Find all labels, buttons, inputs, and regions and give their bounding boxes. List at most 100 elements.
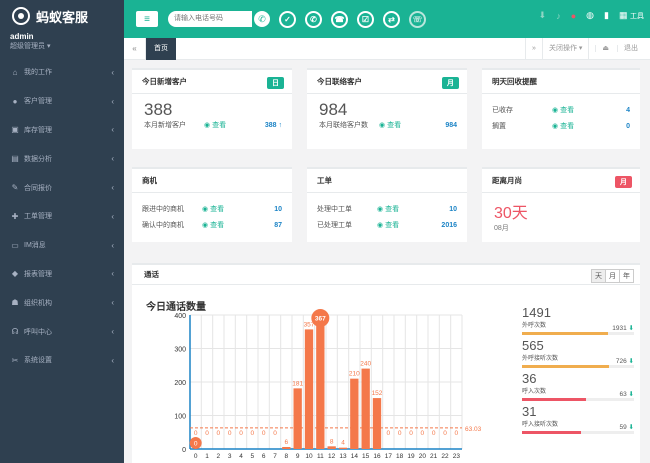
sidebar-item-inventory[interactable]: ▣ 库存管理 ‹ [0,116,124,145]
card-new-customers: 今日新增客户日 388 本月新增客户 ◉ 查看 388 ↑ [132,68,292,149]
top-right-tools: ⬇ ♪ ● ◍ ▮ ▦ 工具 [539,10,644,21]
card-title: 今日联络客户月 [307,70,467,94]
sidebar-item-label: 合同报价 [24,184,52,192]
chevron-left-icon: ‹ [111,240,114,250]
box-icon: ▣ [11,125,19,135]
view-link[interactable]: ◉ 查看 [377,204,427,214]
y-tick-label: 0 [182,447,186,454]
x-tick-label: 23 [453,453,461,460]
card-title: 工单 [307,169,467,193]
tab-scroll-left-icon[interactable]: « [124,37,146,60]
phone-hangup-icon[interactable]: ☏ [409,10,426,28]
x-tick-label: 11 [317,453,324,460]
bar [316,326,325,449]
call-stats: 1491 外呼次数 1931 ⬇ 565 外呼接听次数 726 ⬇ 36 呼入次数 63 ⬇… [522,305,634,437]
view-link[interactable]: ◉ 查看 [552,105,602,115]
phone-call-icon[interactable]: ☎ [331,10,348,28]
sidebar-item-label: 库存管理 [24,126,52,134]
sidebar-item-reports[interactable]: ◆ 报表管理 ‹ [0,260,124,289]
stat-bar-fill [522,431,582,434]
period-day[interactable]: 天 [591,269,606,283]
chevron-left-icon: ‹ [111,96,114,106]
view-link[interactable]: ◉ 查看 [377,220,427,230]
average-label: 63.03 [465,426,482,433]
user-profile[interactable]: admin 超级管理员 ▾ [0,32,124,54]
sidebar-menu: ⌂ 我的工作 ‹ ● 客户管理 ‹ ▣ 库存管理 ‹ ▤ 数据分析 ‹ ✎ 合同报价 ‹ ✚ 工单管理… [0,58,124,375]
card-sub-label: 本月联络客户数 [319,122,368,129]
sidebar-item-settings[interactable]: ✂ 系统设置 ‹ [0,346,124,375]
tools-menu[interactable]: ▦ 工具 [619,10,644,21]
view-link[interactable]: ◉ 查看 [202,220,252,230]
sidebar-item-contracts[interactable]: ✎ 合同报价 ‹ [0,173,124,202]
sidebar-item-im[interactable]: ▭ IM消息 ‹ [0,231,124,260]
expiry-days: 30天 [494,205,528,222]
chevron-left-icon: ‹ [111,355,114,365]
data-label: 240 [360,361,371,368]
card-value: 388 ↑ [264,121,282,129]
period-month[interactable]: 月 [605,269,620,283]
sidebar-item-call-center[interactable]: ☊ 呼叫中心 ‹ [0,317,124,346]
max-marker-label: 367 [315,316,326,323]
logout-link[interactable]: ⏏ 退出 [588,38,650,60]
data-label: 0 [228,430,232,437]
chat-icon[interactable]: ● [571,11,576,21]
user-icon: ● [12,96,18,106]
card-row: 处理中工单 ◉ 查看 10 [317,204,457,214]
view-link[interactable]: ◉ 查看 [202,204,252,214]
period-switch: 天 月 年 [591,269,634,283]
tab-home[interactable]: 首页 [146,37,176,60]
data-label: 0 [205,430,209,437]
stat-inbound-answered: 31 呼入接听次数 59 ⬇ [522,404,634,437]
headset-icon: ☊ [11,327,19,337]
report-icon: ◆ [11,269,19,279]
calls-bar-chart: 0100200300400000102030405060768181935710… [174,309,482,460]
data-label: 0 [251,430,255,437]
sidebar-item-org[interactable]: ☗ 组织机构 ‹ [0,288,124,317]
transfer-icon[interactable]: ⇄ [383,10,400,28]
tab-scroll-right-icon[interactable]: » [525,38,542,60]
x-tick-label: 14 [351,453,359,460]
eye-icon: ◉ [202,206,209,213]
sidebar-item-customers[interactable]: ● 客户管理 ‹ [0,87,124,116]
view-link[interactable]: ◉ 查看 [379,120,429,130]
checklist-icon[interactable]: ☑ [357,10,374,28]
dial-phone-icon[interactable]: ✆ [254,11,270,27]
app-title: 蚂蚁客服 [36,9,89,25]
x-tick-label: 12 [328,453,336,460]
phone-answer-icon[interactable]: ✆ [305,10,322,28]
x-tick-label: 9 [296,453,300,460]
close-operations-dropdown[interactable]: 关闭操作 ▾ [541,38,588,60]
download-icon[interactable]: ⬇ [539,10,547,21]
sidebar-item-my-work[interactable]: ⌂ 我的工作 ‹ [0,58,124,87]
card-big-number: 984 [319,100,348,119]
check-icon[interactable]: ✓ [279,10,296,28]
bar [361,368,370,449]
period-year[interactable]: 年 [619,269,634,283]
sidebar: 蚂蚁客服 admin 超级管理员 ▾ ⌂ 我的工作 ‹ ● 客户管理 ‹ ▣ 库存管理 ‹ … [0,0,124,463]
bell-icon[interactable]: ♪ [556,11,561,21]
profile-name: admin [10,32,34,41]
profile-role[interactable]: 超级管理员 ▾ [10,41,124,51]
view-link[interactable]: ◉ 查看 [204,120,254,130]
card-title: 明天回收提醒 [482,70,640,94]
menu-toggle-icon[interactable]: ≡ [136,11,158,27]
card-sub-label: 本月新增客户 [144,122,186,129]
x-tick-label: 8 [285,453,289,460]
sidebar-item-tickets[interactable]: ✚ 工单管理 ‹ [0,202,124,231]
view-link[interactable]: ◉ 查看 [552,121,602,131]
x-tick-label: 6 [262,453,266,460]
eye-icon: ◉ [379,122,386,129]
download-icon: ⬇ [628,424,634,431]
phone-search-input[interactable] [168,11,252,27]
period-badge: 月 [442,77,459,89]
sidebar-item-analytics[interactable]: ▤ 数据分析 ‹ [0,144,124,173]
card-title: 商机 [132,169,292,193]
sidebar-item-label: 客户管理 [24,98,52,106]
card-contacts: 今日联络客户月 984 本月联络客户数 ◉ 查看 984 [307,68,467,149]
bar [327,446,336,449]
book-icon[interactable]: ▮ [604,10,609,21]
wechat-icon[interactable]: ◍ [586,10,594,21]
tab-actions: » 关闭操作 ▾ ⏏ 退出 [525,38,650,60]
data-label: 0 [194,430,198,437]
sidebar-item-label: 数据分析 [24,155,52,163]
